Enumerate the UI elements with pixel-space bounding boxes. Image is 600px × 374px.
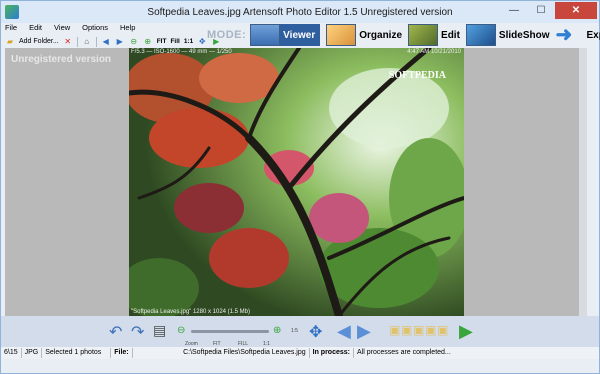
mode-label: MODE: [207, 29, 247, 41]
toolbar: ▰ Add Folder... ✕ ⌂ ◀ ▶ ⊖ ⊕ FIT Fill 1:1… [5, 35, 221, 48]
next-arrow-icon[interactable]: ▶ [357, 321, 371, 342]
app-icon [5, 5, 19, 19]
mode-organize-label: Organize [359, 29, 403, 41]
menu-options[interactable]: Options [82, 23, 108, 35]
rotate-cw-icon[interactable]: ↷ [131, 322, 144, 342]
ratio-label: 1:5 [291, 328, 298, 334]
mode-viewer-label: Viewer [283, 29, 316, 41]
slideshow-icon [465, 24, 496, 46]
close-button[interactable]: ✕ [555, 2, 597, 19]
file-format: JPG [22, 348, 43, 358]
rotate-left-icon[interactable]: ◀ [101, 37, 111, 47]
toolbar-separator [76, 36, 78, 47]
one-to-one-button[interactable]: 1:1 [184, 38, 193, 45]
photo-exif-info: F/5.3 — ISO-1600 — 49 mm — 1/250 [131, 49, 232, 55]
organize-icon [326, 24, 357, 46]
bottom-toolbar: ↶ ↷ ▤ ⊖ ⊕ Zoom FIT FILL 1:1 1:5 ✥ ◀ ▶ ▣ … [1, 316, 599, 347]
rotate-ccw-icon[interactable]: ↶ [109, 322, 122, 342]
delete-icon[interactable]: ✕ [63, 37, 73, 47]
rating-icon-5[interactable]: ▣ [437, 323, 448, 337]
process-status: All processes are completed... [357, 349, 451, 356]
fill-button[interactable]: Fill [170, 38, 179, 45]
edit-icon [408, 24, 439, 46]
app-window: Softpedia Leaves.jpg Artensoft Photo Edi… [0, 0, 600, 374]
rating-icon-2[interactable]: ▣ [401, 323, 412, 337]
rating-icon-1[interactable]: ▣ [389, 323, 400, 337]
menu-bar: File Edit View Options Help [5, 23, 135, 35]
fullscreen-expand-icon[interactable]: ✥ [309, 322, 322, 342]
folder-add-icon[interactable]: ▰ [5, 37, 15, 47]
status-bar: 6\15 JPG Selected 1 photos File: C:\Soft… [1, 347, 599, 359]
mode-viewer-button[interactable]: Viewer [250, 24, 321, 46]
export-arrow-icon: ➜ [555, 24, 573, 46]
mode-export-label: Export [586, 29, 600, 41]
rating-icon-4[interactable]: ▣ [425, 323, 436, 337]
mode-bar: MODE: Viewer Organize Edit SlideShow ➜ E… [207, 23, 600, 47]
viewer-icon [250, 24, 281, 46]
vertical-scrollbar[interactable] [579, 48, 587, 316]
rotate-right-icon[interactable]: ▶ [115, 37, 125, 47]
menu-edit[interactable]: Edit [29, 23, 42, 35]
mode-slideshow-button[interactable]: SlideShow [465, 24, 550, 46]
zoom-plus-icon[interactable]: ⊕ [273, 325, 281, 336]
window-title: Softpedia Leaves.jpg Artensoft Photo Edi… [147, 6, 453, 18]
minimize-button[interactable]: — [501, 2, 527, 19]
menu-view[interactable]: View [54, 23, 70, 35]
mode-export-button[interactable]: ➜ Export [555, 24, 600, 46]
fullscreen-icon[interactable]: ✥ [197, 37, 207, 47]
leaves-photo [129, 48, 464, 316]
mode-edit-button[interactable]: Edit [408, 24, 460, 46]
fit-button[interactable]: FIT [157, 38, 167, 45]
add-folder-button[interactable]: Add Folder... [19, 38, 59, 45]
mode-slideshow-label: SlideShow [498, 29, 550, 41]
image-viewer-canvas[interactable]: Unregistered version F/5.3 — ISO-1600 — … [5, 48, 587, 316]
photo-position: 6\15 [1, 348, 22, 358]
previous-arrow-icon[interactable]: ◀ [337, 321, 351, 342]
softpedia-watermark: SOFTPEDIA [388, 70, 446, 81]
tag-icon[interactable]: ⌂ [82, 37, 92, 47]
selected-count: Selected 1 photos [42, 348, 112, 358]
toolbar-separator [95, 36, 97, 47]
file-label: File: [111, 348, 133, 358]
title-bar: Softpedia Leaves.jpg Artensoft Photo Edi… [1, 1, 599, 23]
file-path: C:\Softpedia Files\Softpedia Leaves.jpg [133, 348, 310, 358]
photo-timestamp: 4:47 AM 10/21/2010 [407, 49, 461, 55]
photo-file-info: "Softpedia Leaves.jpg" 1280 x 1024 (1.5 … [131, 309, 251, 315]
window-bottom-edge [1, 359, 599, 373]
menu-help[interactable]: Help [120, 23, 135, 35]
mode-organize-button[interactable]: Organize [326, 24, 402, 46]
maximize-button[interactable]: ☐ [528, 2, 554, 19]
properties-icon[interactable]: ▤ [153, 322, 166, 339]
process-label: In process: [310, 348, 354, 358]
slideshow-play-icon[interactable]: ▶ [459, 321, 473, 342]
zoom-in-icon[interactable]: ⊕ [143, 37, 153, 47]
menu-file[interactable]: File [5, 23, 17, 35]
photo-preview[interactable]: F/5.3 — ISO-1600 — 49 mm — 1/250 4:47 AM… [129, 48, 464, 316]
zoom-out-icon[interactable]: ⊖ [129, 37, 139, 47]
rating-icon-3[interactable]: ▣ [413, 323, 424, 337]
mode-edit-label: Edit [441, 29, 460, 41]
zoom-slider[interactable] [191, 330, 269, 333]
zoom-minus-icon[interactable]: ⊖ [177, 325, 185, 336]
unregistered-watermark: Unregistered version [11, 54, 112, 65]
